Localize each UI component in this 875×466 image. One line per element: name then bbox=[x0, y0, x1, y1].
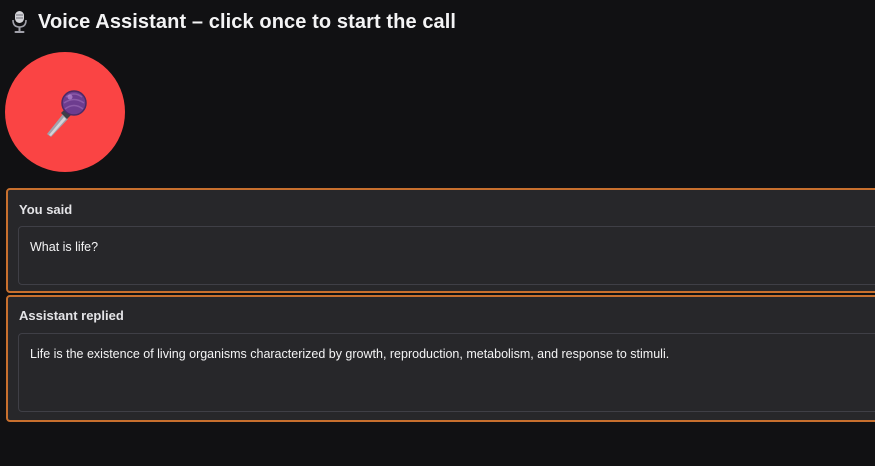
assistant-replied-label: Assistant replied bbox=[19, 308, 124, 323]
page-title: Voice Assistant – click once to start th… bbox=[38, 10, 457, 33]
page-header: Voice Assistant – click once to start th… bbox=[10, 8, 456, 36]
assistant-replied-textbox[interactable]: Life is the existence of living organism… bbox=[18, 333, 875, 412]
assistant-replied-panel: Assistant replied Life is the existence … bbox=[6, 295, 875, 422]
voice-assistant-app: Voice Assistant – click once to start th… bbox=[0, 0, 875, 466]
you-said-panel: You said What is life? bbox=[6, 188, 875, 293]
you-said-textbox[interactable]: What is life? bbox=[18, 226, 875, 285]
microphone-icon bbox=[37, 84, 93, 140]
you-said-label: You said bbox=[19, 202, 73, 217]
start-call-button[interactable] bbox=[5, 52, 125, 172]
studio-microphone-icon bbox=[10, 10, 29, 34]
